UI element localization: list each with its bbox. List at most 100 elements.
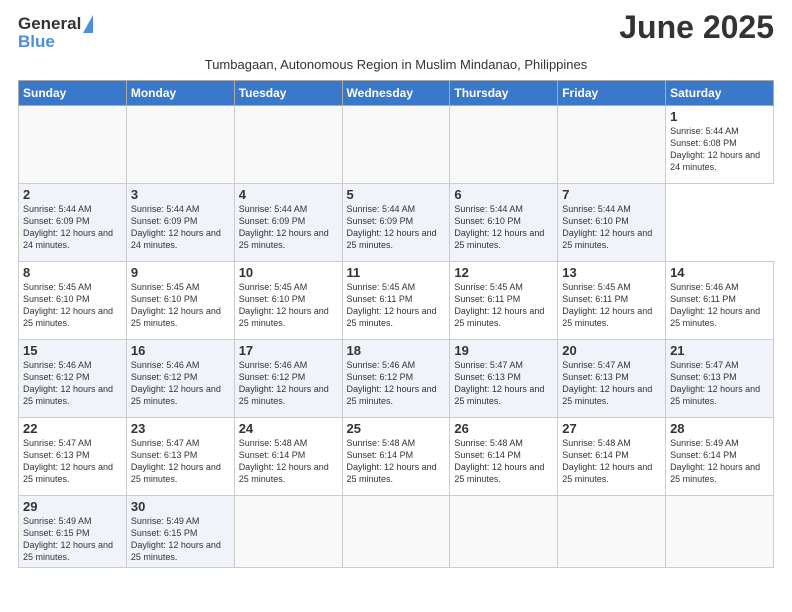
empty-cell bbox=[342, 496, 450, 568]
logo-triangle-icon bbox=[83, 15, 93, 33]
logo: General Blue bbox=[18, 14, 93, 52]
day-number: 18 bbox=[347, 343, 446, 358]
day-cell-6: 6 Sunrise: 5:44 AMSunset: 6:10 PMDayligh… bbox=[450, 184, 558, 262]
day-info: Sunrise: 5:44 AMSunset: 6:09 PMDaylight:… bbox=[347, 204, 437, 250]
empty-cell bbox=[234, 496, 342, 568]
day-cell-29: 29 Sunrise: 5:49 AMSunset: 6:15 PMDaylig… bbox=[19, 496, 127, 568]
empty-cell bbox=[450, 496, 558, 568]
day-number: 2 bbox=[23, 187, 122, 202]
day-cell-22: 22 Sunrise: 5:47 AMSunset: 6:13 PMDaylig… bbox=[19, 418, 127, 496]
day-number: 24 bbox=[239, 421, 338, 436]
title-area: June 2025 bbox=[93, 10, 774, 45]
day-number: 3 bbox=[131, 187, 230, 202]
day-header-saturday: Saturday bbox=[666, 81, 774, 106]
day-number: 6 bbox=[454, 187, 553, 202]
day-info: Sunrise: 5:45 AMSunset: 6:11 PMDaylight:… bbox=[562, 282, 652, 328]
day-header-tuesday: Tuesday bbox=[234, 81, 342, 106]
day-number: 16 bbox=[131, 343, 230, 358]
day-info: Sunrise: 5:49 AMSunset: 6:14 PMDaylight:… bbox=[670, 438, 760, 484]
page: General Blue June 2025 Tumbagaan, Autono… bbox=[0, 0, 792, 578]
day-cell-3: 3 Sunrise: 5:44 AMSunset: 6:09 PMDayligh… bbox=[126, 184, 234, 262]
day-number: 8 bbox=[23, 265, 122, 280]
day-info: Sunrise: 5:46 AMSunset: 6:12 PMDaylight:… bbox=[347, 360, 437, 406]
header-row: SundayMondayTuesdayWednesdayThursdayFrid… bbox=[19, 81, 774, 106]
day-info: Sunrise: 5:45 AMSunset: 6:10 PMDaylight:… bbox=[239, 282, 329, 328]
day-info: Sunrise: 5:47 AMSunset: 6:13 PMDaylight:… bbox=[670, 360, 760, 406]
day-cell-25: 25 Sunrise: 5:48 AMSunset: 6:14 PMDaylig… bbox=[342, 418, 450, 496]
day-info: Sunrise: 5:47 AMSunset: 6:13 PMDaylight:… bbox=[454, 360, 544, 406]
day-number: 26 bbox=[454, 421, 553, 436]
day-cell-12: 12 Sunrise: 5:45 AMSunset: 6:11 PMDaylig… bbox=[450, 262, 558, 340]
week-row-6: 29 Sunrise: 5:49 AMSunset: 6:15 PMDaylig… bbox=[19, 496, 774, 568]
day-header-monday: Monday bbox=[126, 81, 234, 106]
day-cell-10: 10 Sunrise: 5:45 AMSunset: 6:10 PMDaylig… bbox=[234, 262, 342, 340]
day-number: 7 bbox=[562, 187, 661, 202]
week-row-1: 1 Sunrise: 5:44 AMSunset: 6:08 PMDayligh… bbox=[19, 106, 774, 184]
week-row-2: 2 Sunrise: 5:44 AMSunset: 6:09 PMDayligh… bbox=[19, 184, 774, 262]
day-cell-11: 11 Sunrise: 5:45 AMSunset: 6:11 PMDaylig… bbox=[342, 262, 450, 340]
day-info: Sunrise: 5:45 AMSunset: 6:10 PMDaylight:… bbox=[131, 282, 221, 328]
day-number: 29 bbox=[23, 499, 122, 514]
empty-cell bbox=[234, 106, 342, 184]
day-cell-19: 19 Sunrise: 5:47 AMSunset: 6:13 PMDaylig… bbox=[450, 340, 558, 418]
day-info: Sunrise: 5:44 AMSunset: 6:08 PMDaylight:… bbox=[670, 126, 760, 172]
empty-cell bbox=[666, 496, 774, 568]
day-number: 17 bbox=[239, 343, 338, 358]
empty-cell bbox=[19, 106, 127, 184]
subtitle: Tumbagaan, Autonomous Region in Muslim M… bbox=[205, 57, 588, 72]
day-info: Sunrise: 5:44 AMSunset: 6:09 PMDaylight:… bbox=[23, 204, 113, 250]
day-cell-21: 21 Sunrise: 5:47 AMSunset: 6:13 PMDaylig… bbox=[666, 340, 774, 418]
day-info: Sunrise: 5:46 AMSunset: 6:12 PMDaylight:… bbox=[23, 360, 113, 406]
day-cell-9: 9 Sunrise: 5:45 AMSunset: 6:10 PMDayligh… bbox=[126, 262, 234, 340]
day-number: 9 bbox=[131, 265, 230, 280]
day-number: 21 bbox=[670, 343, 769, 358]
day-cell-26: 26 Sunrise: 5:48 AMSunset: 6:14 PMDaylig… bbox=[450, 418, 558, 496]
day-info: Sunrise: 5:46 AMSunset: 6:12 PMDaylight:… bbox=[239, 360, 329, 406]
day-info: Sunrise: 5:46 AMSunset: 6:12 PMDaylight:… bbox=[131, 360, 221, 406]
empty-cell bbox=[558, 496, 666, 568]
day-number: 20 bbox=[562, 343, 661, 358]
day-cell-16: 16 Sunrise: 5:46 AMSunset: 6:12 PMDaylig… bbox=[126, 340, 234, 418]
empty-cell bbox=[342, 106, 450, 184]
week-row-4: 15 Sunrise: 5:46 AMSunset: 6:12 PMDaylig… bbox=[19, 340, 774, 418]
day-cell-20: 20 Sunrise: 5:47 AMSunset: 6:13 PMDaylig… bbox=[558, 340, 666, 418]
day-info: Sunrise: 5:48 AMSunset: 6:14 PMDaylight:… bbox=[347, 438, 437, 484]
empty-cell bbox=[558, 106, 666, 184]
day-cell-8: 8 Sunrise: 5:45 AMSunset: 6:10 PMDayligh… bbox=[19, 262, 127, 340]
day-info: Sunrise: 5:48 AMSunset: 6:14 PMDaylight:… bbox=[562, 438, 652, 484]
day-cell-27: 27 Sunrise: 5:48 AMSunset: 6:14 PMDaylig… bbox=[558, 418, 666, 496]
calendar-table: SundayMondayTuesdayWednesdayThursdayFrid… bbox=[18, 80, 774, 568]
day-number: 15 bbox=[23, 343, 122, 358]
day-info: Sunrise: 5:47 AMSunset: 6:13 PMDaylight:… bbox=[562, 360, 652, 406]
day-info: Sunrise: 5:45 AMSunset: 6:11 PMDaylight:… bbox=[454, 282, 544, 328]
day-cell-5: 5 Sunrise: 5:44 AMSunset: 6:09 PMDayligh… bbox=[342, 184, 450, 262]
header: General Blue June 2025 bbox=[18, 10, 774, 52]
week-row-3: 8 Sunrise: 5:45 AMSunset: 6:10 PMDayligh… bbox=[19, 262, 774, 340]
day-number: 19 bbox=[454, 343, 553, 358]
day-header-friday: Friday bbox=[558, 81, 666, 106]
day-number: 13 bbox=[562, 265, 661, 280]
day-cell-4: 4 Sunrise: 5:44 AMSunset: 6:09 PMDayligh… bbox=[234, 184, 342, 262]
day-header-wednesday: Wednesday bbox=[342, 81, 450, 106]
empty-cell bbox=[126, 106, 234, 184]
day-number: 28 bbox=[670, 421, 769, 436]
day-cell-7: 7 Sunrise: 5:44 AMSunset: 6:10 PMDayligh… bbox=[558, 184, 666, 262]
empty-cell bbox=[450, 106, 558, 184]
day-info: Sunrise: 5:49 AMSunset: 6:15 PMDaylight:… bbox=[23, 516, 113, 562]
day-info: Sunrise: 5:46 AMSunset: 6:11 PMDaylight:… bbox=[670, 282, 760, 328]
day-cell-1: 1 Sunrise: 5:44 AMSunset: 6:08 PMDayligh… bbox=[666, 106, 774, 184]
day-number: 1 bbox=[670, 109, 769, 124]
day-number: 12 bbox=[454, 265, 553, 280]
day-cell-14: 14 Sunrise: 5:46 AMSunset: 6:11 PMDaylig… bbox=[666, 262, 774, 340]
day-info: Sunrise: 5:47 AMSunset: 6:13 PMDaylight:… bbox=[23, 438, 113, 484]
day-header-thursday: Thursday bbox=[450, 81, 558, 106]
day-number: 27 bbox=[562, 421, 661, 436]
day-info: Sunrise: 5:48 AMSunset: 6:14 PMDaylight:… bbox=[454, 438, 544, 484]
day-info: Sunrise: 5:45 AMSunset: 6:10 PMDaylight:… bbox=[23, 282, 113, 328]
day-number: 4 bbox=[239, 187, 338, 202]
day-cell-23: 23 Sunrise: 5:47 AMSunset: 6:13 PMDaylig… bbox=[126, 418, 234, 496]
day-number: 25 bbox=[347, 421, 446, 436]
day-number: 5 bbox=[347, 187, 446, 202]
day-number: 10 bbox=[239, 265, 338, 280]
logo-blue: Blue bbox=[18, 32, 93, 52]
